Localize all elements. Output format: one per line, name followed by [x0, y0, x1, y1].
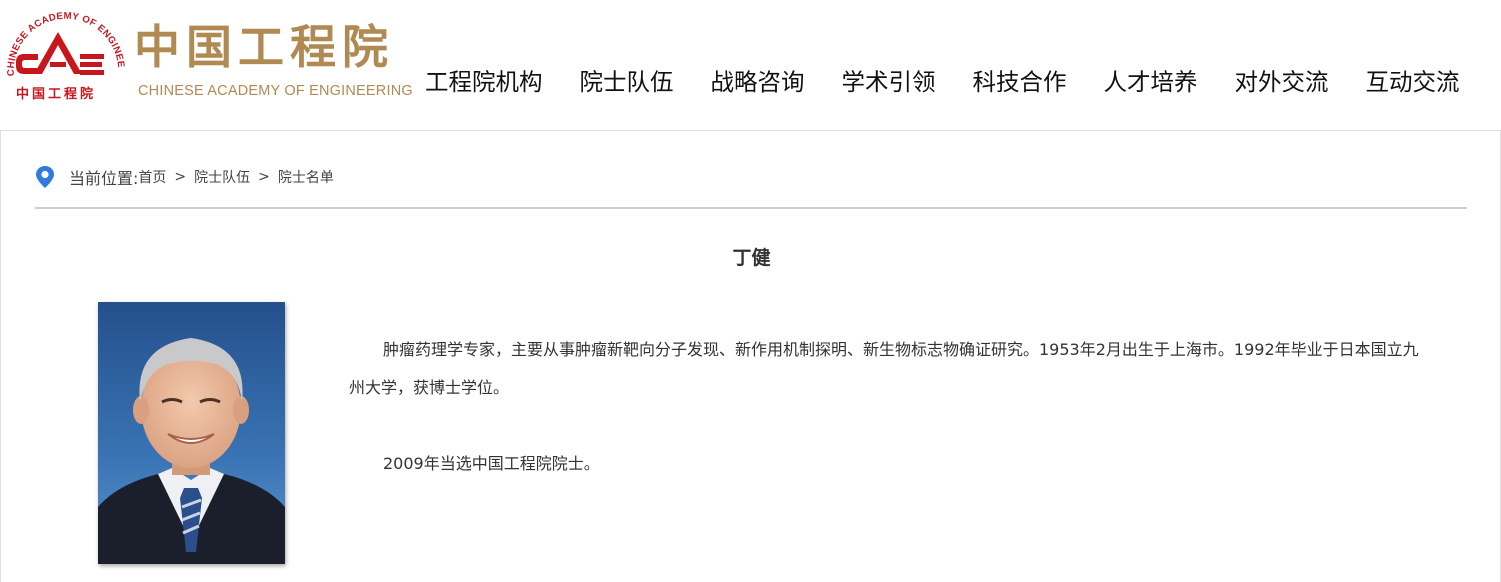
breadcrumb-label: 当前位置:: [69, 169, 139, 188]
nav-item-tech-cooperation[interactable]: 科技合作: [973, 62, 1067, 102]
portrait-image: [98, 302, 285, 564]
nav-item-international-exchange[interactable]: 对外交流: [1235, 62, 1329, 102]
site-logo[interactable]: CHINESE ACADEMY OF ENGINEERING 中国工程院 中国工…: [0, 10, 413, 110]
breadcrumb-home-link[interactable]: 首页: [138, 167, 166, 187]
nav-item-interactive-exchange[interactable]: 互动交流: [1366, 62, 1460, 102]
breadcrumb: 当前位置: 首页 > 院士队伍 > 院士名单: [35, 165, 334, 189]
content-panel: 当前位置: 首页 > 院士队伍 > 院士名单 丁健 肿瘤药理学专家，主要从事肿瘤…: [0, 130, 1501, 582]
breadcrumb-divider: [35, 207, 1467, 209]
nav-item-academic-leadership[interactable]: 学术引领: [842, 62, 936, 102]
academician-photo: [98, 302, 285, 564]
nav-item-strategic-consulting[interactable]: 战略咨询: [711, 62, 805, 102]
breadcrumb-academicians-link[interactable]: 院士队伍: [194, 167, 250, 187]
breadcrumb-list-link[interactable]: 院士名单: [278, 167, 334, 187]
bio-paragraph: 2009年当选中国工程院院士。: [383, 454, 600, 473]
location-pin-icon: [36, 166, 54, 188]
bio-paragraph: 肿瘤药理学专家，主要从事肿瘤新靶向分子发现、新作用机制探明、新生物标志物确证研究…: [349, 340, 1419, 397]
academician-bio: 肿瘤药理学专家，主要从事肿瘤新靶向分子发现、新作用机制探明、新生物标志物确证研究…: [349, 331, 1429, 521]
logo-english-name: CHINESE ACADEMY OF ENGINEERING: [138, 83, 413, 99]
nav-item-institutions[interactable]: 工程院机构: [425, 62, 543, 102]
breadcrumb-separator: >: [258, 169, 270, 185]
site-header: CHINESE ACADEMY OF ENGINEERING 中国工程院 中国工…: [0, 0, 1501, 130]
logo-small-cn: 中国工程院: [16, 86, 96, 102]
academician-name: 丁健: [732, 247, 771, 269]
main-nav: 工程院机构 院士队伍 战略咨询 学术引领 科技合作 人才培养 对外交流 互动交流: [425, 62, 1460, 102]
nav-item-academicians[interactable]: 院士队伍: [580, 62, 674, 102]
breadcrumb-separator: >: [174, 169, 187, 185]
logo-chinese-name: 中国工程院: [134, 20, 394, 74]
cae-emblem-icon: CHINESE ACADEMY OF ENGINEERING 中国工程院: [0, 10, 125, 102]
nav-item-talent-cultivation[interactable]: 人才培养: [1104, 62, 1198, 102]
